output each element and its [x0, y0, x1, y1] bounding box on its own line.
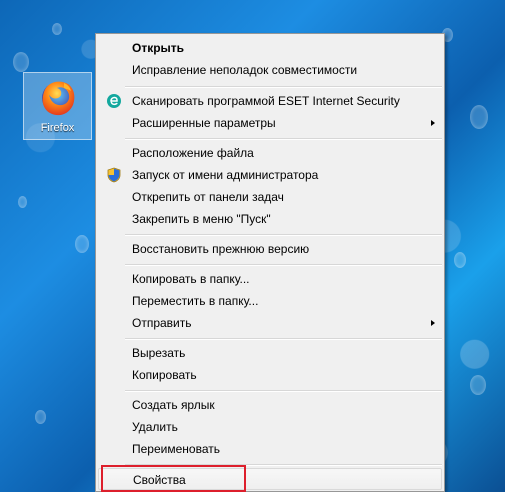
menu-separator	[125, 86, 442, 88]
menu-item-label: Свойства	[133, 473, 186, 487]
menu-item-label: Создать ярлык	[132, 398, 215, 412]
submenu-arrow-icon	[431, 320, 435, 326]
menu-item-troubleshoot-compatibility[interactable]: Исправление неполадок совместимости	[98, 59, 442, 81]
menu-item-label: Удалить	[132, 420, 178, 434]
menu-item-label: Расположение файла	[132, 146, 254, 160]
menu-separator	[125, 138, 442, 140]
menu-item-eset-scan[interactable]: Сканировать программой ESET Internet Sec…	[98, 90, 442, 112]
menu-item-label: Исправление неполадок совместимости	[132, 63, 358, 77]
menu-item-pin-start[interactable]: Закрепить в меню "Пуск"	[98, 208, 442, 230]
menu-item-move-to-folder[interactable]: Переместить в папку...	[98, 290, 442, 312]
water-drop	[470, 105, 488, 129]
menu-item-label: Переименовать	[132, 442, 220, 456]
eset-icon	[107, 94, 121, 108]
menu-item-label: Открыть	[132, 41, 185, 55]
menu-item-cut[interactable]: Вырезать	[98, 342, 442, 364]
menu-item-label: Сканировать программой ESET Internet Sec…	[132, 94, 400, 108]
desktop-shortcut-label: Firefox	[40, 122, 75, 134]
menu-item-label: Запуск от имени администратора	[132, 168, 319, 182]
menu-item-label: Открепить от панели задач	[132, 190, 284, 204]
submenu-arrow-icon	[431, 120, 435, 126]
menu-item-copy-to-folder[interactable]: Копировать в папку...	[98, 268, 442, 290]
menu-item-label: Отправить	[132, 316, 192, 330]
menu-separator	[125, 264, 442, 266]
menu-item-open[interactable]: Открыть	[98, 37, 442, 59]
uac-shield-icon	[107, 167, 121, 183]
menu-item-create-shortcut[interactable]: Создать ярлык	[98, 394, 442, 416]
menu-separator	[125, 338, 442, 340]
menu-item-label: Закрепить в меню "Пуск"	[132, 212, 271, 226]
menu-item-send-to[interactable]: Отправить	[98, 312, 442, 334]
menu-item-label: Копировать	[132, 368, 197, 382]
water-drop	[35, 410, 46, 424]
water-drop	[18, 196, 27, 208]
menu-item-properties[interactable]: Свойства	[98, 468, 442, 490]
menu-separator	[125, 390, 442, 392]
water-drop	[470, 375, 486, 395]
menu-separator	[125, 464, 442, 466]
menu-item-rename[interactable]: Переименовать	[98, 438, 442, 460]
menu-item-label: Переместить в папку...	[132, 294, 259, 308]
desktop-shortcut-firefox[interactable]: Firefox	[23, 72, 92, 140]
water-drop	[52, 23, 62, 35]
menu-item-restore-previous-version[interactable]: Восстановить прежнюю версию	[98, 238, 442, 260]
water-drop	[75, 235, 89, 253]
menu-item-copy[interactable]: Копировать	[98, 364, 442, 386]
firefox-icon	[42, 81, 75, 116]
menu-item-file-location[interactable]: Расположение файла	[98, 142, 442, 164]
menu-item-label: Расширенные параметры	[132, 116, 276, 130]
menu-item-label: Вырезать	[132, 346, 186, 360]
menu-item-advanced-options[interactable]: Расширенные параметры	[98, 112, 442, 134]
menu-item-label: Восстановить прежнюю версию	[132, 242, 310, 256]
menu-item-delete[interactable]: Удалить	[98, 416, 442, 438]
water-drop	[454, 252, 466, 268]
water-drop	[13, 52, 29, 72]
menu-item-run-as-admin[interactable]: Запуск от имени администратора	[98, 164, 442, 186]
context-menu: Открыть Исправление неполадок совместимо…	[95, 33, 445, 492]
menu-item-label: Копировать в папку...	[132, 272, 250, 286]
menu-item-unpin-taskbar[interactable]: Открепить от панели задач	[98, 186, 442, 208]
menu-separator	[125, 234, 442, 236]
